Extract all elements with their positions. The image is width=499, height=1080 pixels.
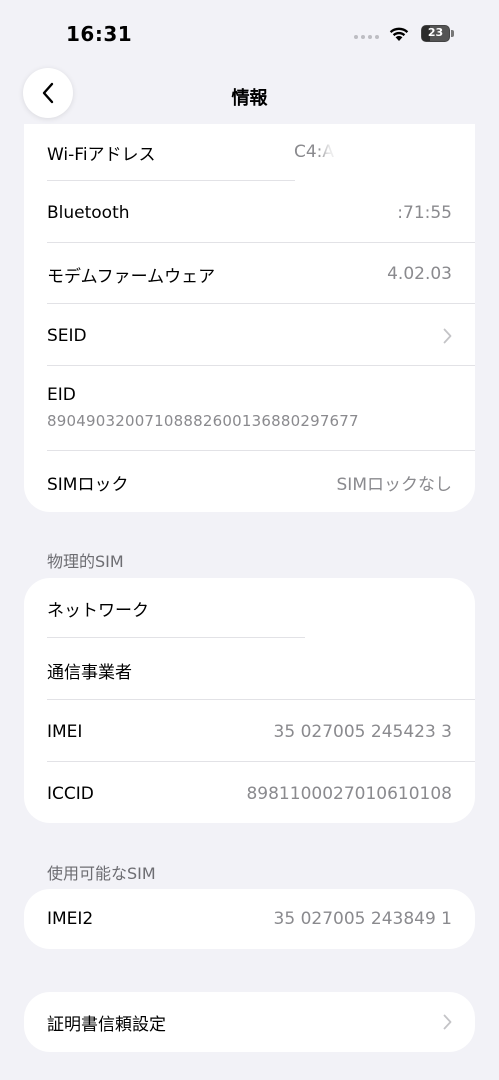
- bluetooth-label: Bluetooth: [47, 203, 130, 223]
- divider: [47, 450, 475, 451]
- network-label: ネットワーク: [47, 600, 149, 621]
- simlock-label: SIMロック: [47, 474, 129, 495]
- battery-icon: 23: [421, 25, 450, 42]
- imei-row[interactable]: IMEI 35 027005 245423 3: [47, 704, 452, 760]
- iccid-label: ICCID: [47, 784, 94, 804]
- info-group: Wi-Fiアドレス C4:A Bluetooth :71:55 モデムファームウ…: [24, 124, 475, 512]
- status-time: 16:31: [66, 22, 133, 46]
- imei-value: 35 027005 245423 3: [273, 722, 452, 742]
- modem-firmware-row[interactable]: モデムファームウェア 4.02.03: [47, 246, 452, 302]
- available-sim-group: IMEI2 35 027005 243849 1: [24, 889, 475, 949]
- wifi-icon: [389, 27, 409, 41]
- cert-trust-label: 証明書信頼設定: [47, 1014, 166, 1035]
- battery-level: 23: [427, 26, 444, 39]
- chevron-right-icon: [443, 1014, 452, 1030]
- eid-row[interactable]: EID: [47, 380, 452, 410]
- divider: [47, 242, 475, 243]
- physical-sim-header: 物理的SIM: [47, 552, 124, 571]
- simlock-row[interactable]: SIMロック SIMロックなし: [47, 454, 452, 510]
- bluetooth-value: :71:55: [397, 203, 452, 223]
- carrier-label: 通信事業者: [47, 662, 132, 683]
- imei2-row[interactable]: IMEI2 35 027005 243849 1: [47, 891, 452, 947]
- status-bar: 16:31 23: [0, 0, 499, 60]
- divider: [47, 761, 475, 762]
- divider: [47, 699, 475, 700]
- divider: [47, 180, 295, 181]
- iccid-value: 8981100027010610108: [246, 784, 452, 804]
- wifi-address-label: Wi-Fiアドレス: [47, 144, 156, 165]
- cert-trust-group: 証明書信頼設定: [24, 992, 475, 1052]
- carrier-row[interactable]: 通信事業者: [47, 642, 452, 698]
- bluetooth-row[interactable]: Bluetooth :71:55: [47, 185, 452, 241]
- imei2-value: 35 027005 243849 1: [273, 909, 452, 929]
- cert-trust-row[interactable]: 証明書信頼設定: [47, 994, 452, 1050]
- seid-label: SEID: [47, 326, 87, 346]
- eid-value: 89049032007108882600136880297677: [47, 412, 359, 430]
- imei2-label: IMEI2: [47, 909, 94, 929]
- modem-firmware-value: 4.02.03: [387, 264, 452, 284]
- available-sim-header: 使用可能なSIM: [47, 864, 156, 883]
- page-title: 情報: [231, 88, 268, 109]
- imei-label: IMEI: [47, 722, 83, 742]
- divider: [47, 303, 475, 304]
- redaction-blur: [324, 130, 475, 174]
- divider: [47, 365, 475, 366]
- network-row[interactable]: ネットワーク: [47, 580, 452, 636]
- cellular-signal-icon: [354, 35, 379, 39]
- seid-row[interactable]: SEID: [47, 308, 452, 364]
- physical-sim-group: ネットワーク 通信事業者 IMEI 35 027005 245423 3 ICC…: [24, 578, 475, 823]
- battery-cap: [451, 30, 454, 37]
- simlock-value: SIMロックなし: [336, 474, 452, 495]
- chevron-right-icon: [443, 328, 452, 344]
- iccid-row[interactable]: ICCID 8981100027010610108: [47, 766, 452, 822]
- eid-label: EID: [47, 385, 76, 405]
- modem-firmware-label: モデムファームウェア: [47, 266, 216, 287]
- divider: [47, 637, 305, 638]
